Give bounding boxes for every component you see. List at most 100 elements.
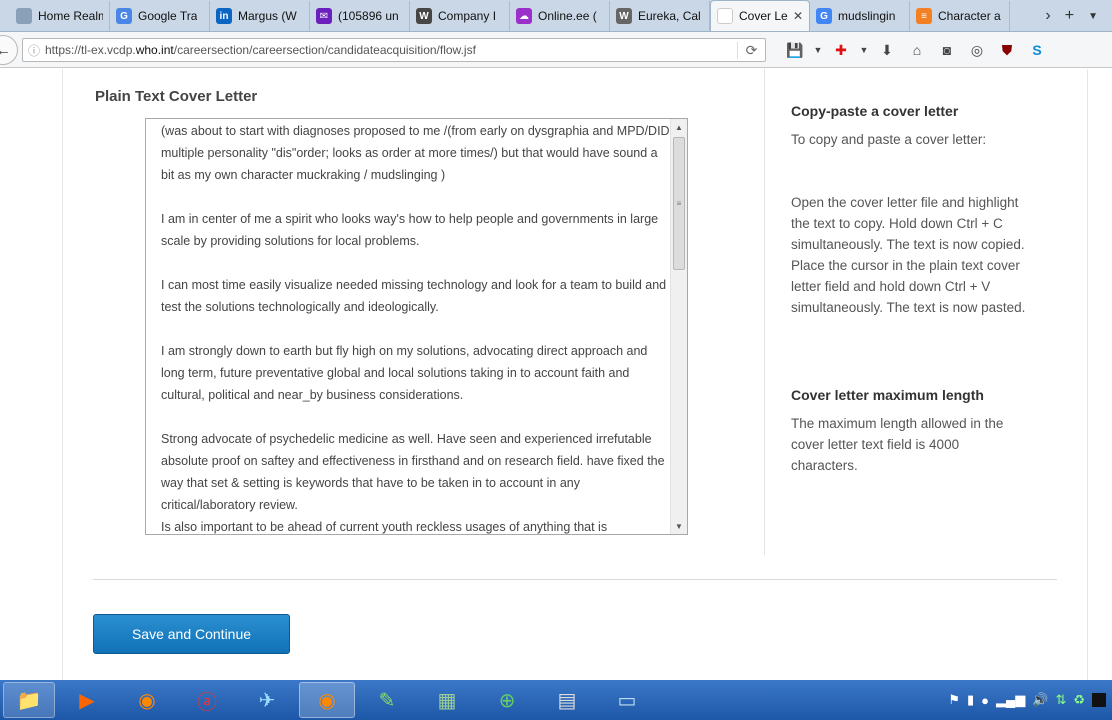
reload-icon[interactable]: ⟳ [737,41,765,59]
browser-tab-5[interactable]: ☁ Online.ee ( [510,1,610,31]
close-tab-icon[interactable]: ✕ [793,9,803,23]
cover-letter-paragraph: I am in center of me a spirit who looks … [161,212,659,248]
sync-icon[interactable]: ◎ [962,38,992,62]
notepad-icon[interactable]: ▭ [599,682,655,718]
save-dropdown-icon[interactable]: ▼ [810,38,826,62]
black-square-icon[interactable] [1092,693,1106,707]
url-bar[interactable]: ⓘ https://tl-ex.vcdp.who.int/careersecti… [22,38,766,62]
section-separator [93,579,1057,580]
yahoo-mail-icon: ✉ [316,8,332,24]
cover-letter-paragraph: Strong advocate of psychedelic medicine … [161,432,665,512]
copy-paste-help: Copy-paste a cover letter To copy and pa… [791,101,1026,150]
addon-dropdown-icon[interactable]: ▼ [856,38,872,62]
scroll-down-arrow-icon[interactable]: ▼ [671,518,687,534]
cover-letter-paragraph: I can most time easily visualize needed … [161,278,667,314]
back-arrow-icon: ← [0,41,11,59]
tab-strip-controls: › + ▼ [1037,1,1112,31]
browser-tab-1[interactable]: G Google Tra [110,1,210,31]
cover-letter-text[interactable]: (was about to start with diagnoses propo… [161,120,671,534]
media-player-icon[interactable]: ▶ [59,682,115,718]
tab-list-dropdown-icon[interactable]: ▼ [1088,11,1098,22]
first-aid-icon[interactable]: ✚ [826,38,856,62]
save-page-icon[interactable]: 💾 [780,38,810,62]
tab-strip-edge [0,1,10,31]
network-globe-icon[interactable]: ⊕ [479,682,535,718]
stack-exchange-icon: ≡ [916,8,932,24]
cover-letter-paragraph: Is also important to be ahead of current… [161,520,608,534]
site-info-icon[interactable]: ⓘ [23,42,45,59]
scrollbar-thumb[interactable]: ≡ [673,137,685,270]
blank-page-icon [717,8,733,24]
task-manager-icon[interactable]: ▦ [419,682,475,718]
save-and-continue-button[interactable]: Save and Continue [93,614,290,654]
copy-paste-steps: Open the cover letter file and highlight… [791,195,1026,315]
tab-title: Margus (W [238,9,297,23]
tab-title: Company I [438,9,497,23]
copy-paste-intro: To copy and paste a cover letter: [791,132,987,147]
textarea-scrollbar[interactable]: ▲ ≡ ▼ [670,119,687,534]
calculator-icon[interactable]: ▤ [539,682,595,718]
network-icon[interactable]: ⇅ [1055,692,1066,708]
file-explorer-icon[interactable]: 📁 [3,682,55,718]
volume-icon[interactable]: 🔊 [1032,692,1048,708]
firefox-icon[interactable]: ◉ [119,682,175,718]
tab-title: (105896 un [338,9,399,23]
linkedin-icon: in [216,8,232,24]
firefox-active-icon[interactable]: ◉ [299,682,355,718]
toolbar-icons: 💾 ▼ ✚ ▼ ⬇ ⌂ ◙ ◎ ⛊ S [780,38,1052,62]
skype-icon[interactable]: S [1022,38,1052,62]
navigation-bar: ← ⓘ https://tl-ex.vcdp.who.int/careersec… [0,32,1112,68]
generic-page-icon [16,8,32,24]
browser-tab-9[interactable]: ≡ Character a [910,1,1010,31]
system-tray: ⚑ ▮ ● ▂▄▆ 🔊 ⇅ ♻ [948,692,1112,708]
tab-title: Character a [938,9,1001,23]
app-a-icon[interactable]: ⓐ [179,682,235,718]
content-right-border [1087,69,1088,680]
back-button[interactable]: ← [0,35,18,65]
wordpress-icon: W [416,8,432,24]
max-length-text: The maximum length allowed in the cover … [791,416,1004,473]
browser-tab-0[interactable]: Home Realm D [10,1,110,31]
browser-tab-3[interactable]: ✉ (105896 un [310,1,410,31]
copy-paste-title: Copy-paste a cover letter [791,103,959,119]
section-title: Plain Text Cover Letter [95,88,258,105]
google-icon: G [816,8,832,24]
downloads-icon[interactable]: ⬇ [872,38,902,62]
browser-tab-4[interactable]: W Company I [410,1,510,31]
tab-title: Online.ee ( [538,9,597,23]
google-translate-icon: G [116,8,132,24]
tab-title: Home Realm D [38,9,103,23]
windows-taskbar: 📁 ▶ ◉ ⓐ ✈ ◉ ✎ ▦ ⊕ ▤ ▭ ⚑ ▮ ● ▂▄▆ 🔊 ⇅ ♻ [0,680,1112,720]
ublock-icon[interactable]: ⛊ [992,38,1022,62]
battery-icon[interactable]: ▮ [967,692,974,708]
page-content: Plain Text Cover Letter (was about to st… [0,69,1112,680]
browser-tab-7[interactable]: Cover Le ✕ [710,0,810,31]
cover-letter-textarea[interactable]: (was about to start with diagnoses propo… [145,118,688,535]
home-icon[interactable]: ⌂ [902,38,932,62]
signal-icon[interactable]: ▂▄▆ [996,692,1025,708]
pocket-icon[interactable]: ◙ [932,38,962,62]
cover-letter-paragraph: (was about to start with diagnoses propo… [161,124,670,182]
new-tab-icon[interactable]: + [1065,7,1074,25]
notepad-plus-icon[interactable]: ✎ [359,682,415,718]
sail-app-icon[interactable]: ✈ [239,682,295,718]
max-length-help: Cover letter maximum length The maximum … [791,385,1026,476]
cover-letter-paragraph: I am strongly down to earth but fly high… [161,344,648,402]
browser-tab-2[interactable]: in Margus (W [210,1,310,31]
content-left-border [62,69,63,680]
scroll-up-arrow-icon[interactable]: ▲ [671,119,687,135]
skype-tray-icon[interactable]: ● [981,693,989,708]
column-divider [764,69,765,555]
tab-title: mudslingin [838,9,896,23]
action-center-flag-icon[interactable]: ⚑ [948,692,960,708]
wikipedia-icon: W [616,8,632,24]
tab-list: Home Realm D G Google Tra in Margus (W ✉ (1058… [10,0,1010,31]
scroll-tabs-right-icon[interactable]: › [1045,7,1050,25]
browser-tab-6[interactable]: W Eureka, Cal [610,1,710,31]
cloud-icon: ☁ [516,8,532,24]
tab-title: Google Tra [138,9,198,23]
browser-tab-8[interactable]: Gmudslingin [810,1,910,31]
browser-tab-strip: Home Realm D G Google Tra in Margus (W ✉ (1058… [0,0,1112,32]
url-text: https://tl-ex.vcdp.who.int/careersection… [45,43,476,57]
recycle-icon[interactable]: ♻ [1073,692,1085,708]
